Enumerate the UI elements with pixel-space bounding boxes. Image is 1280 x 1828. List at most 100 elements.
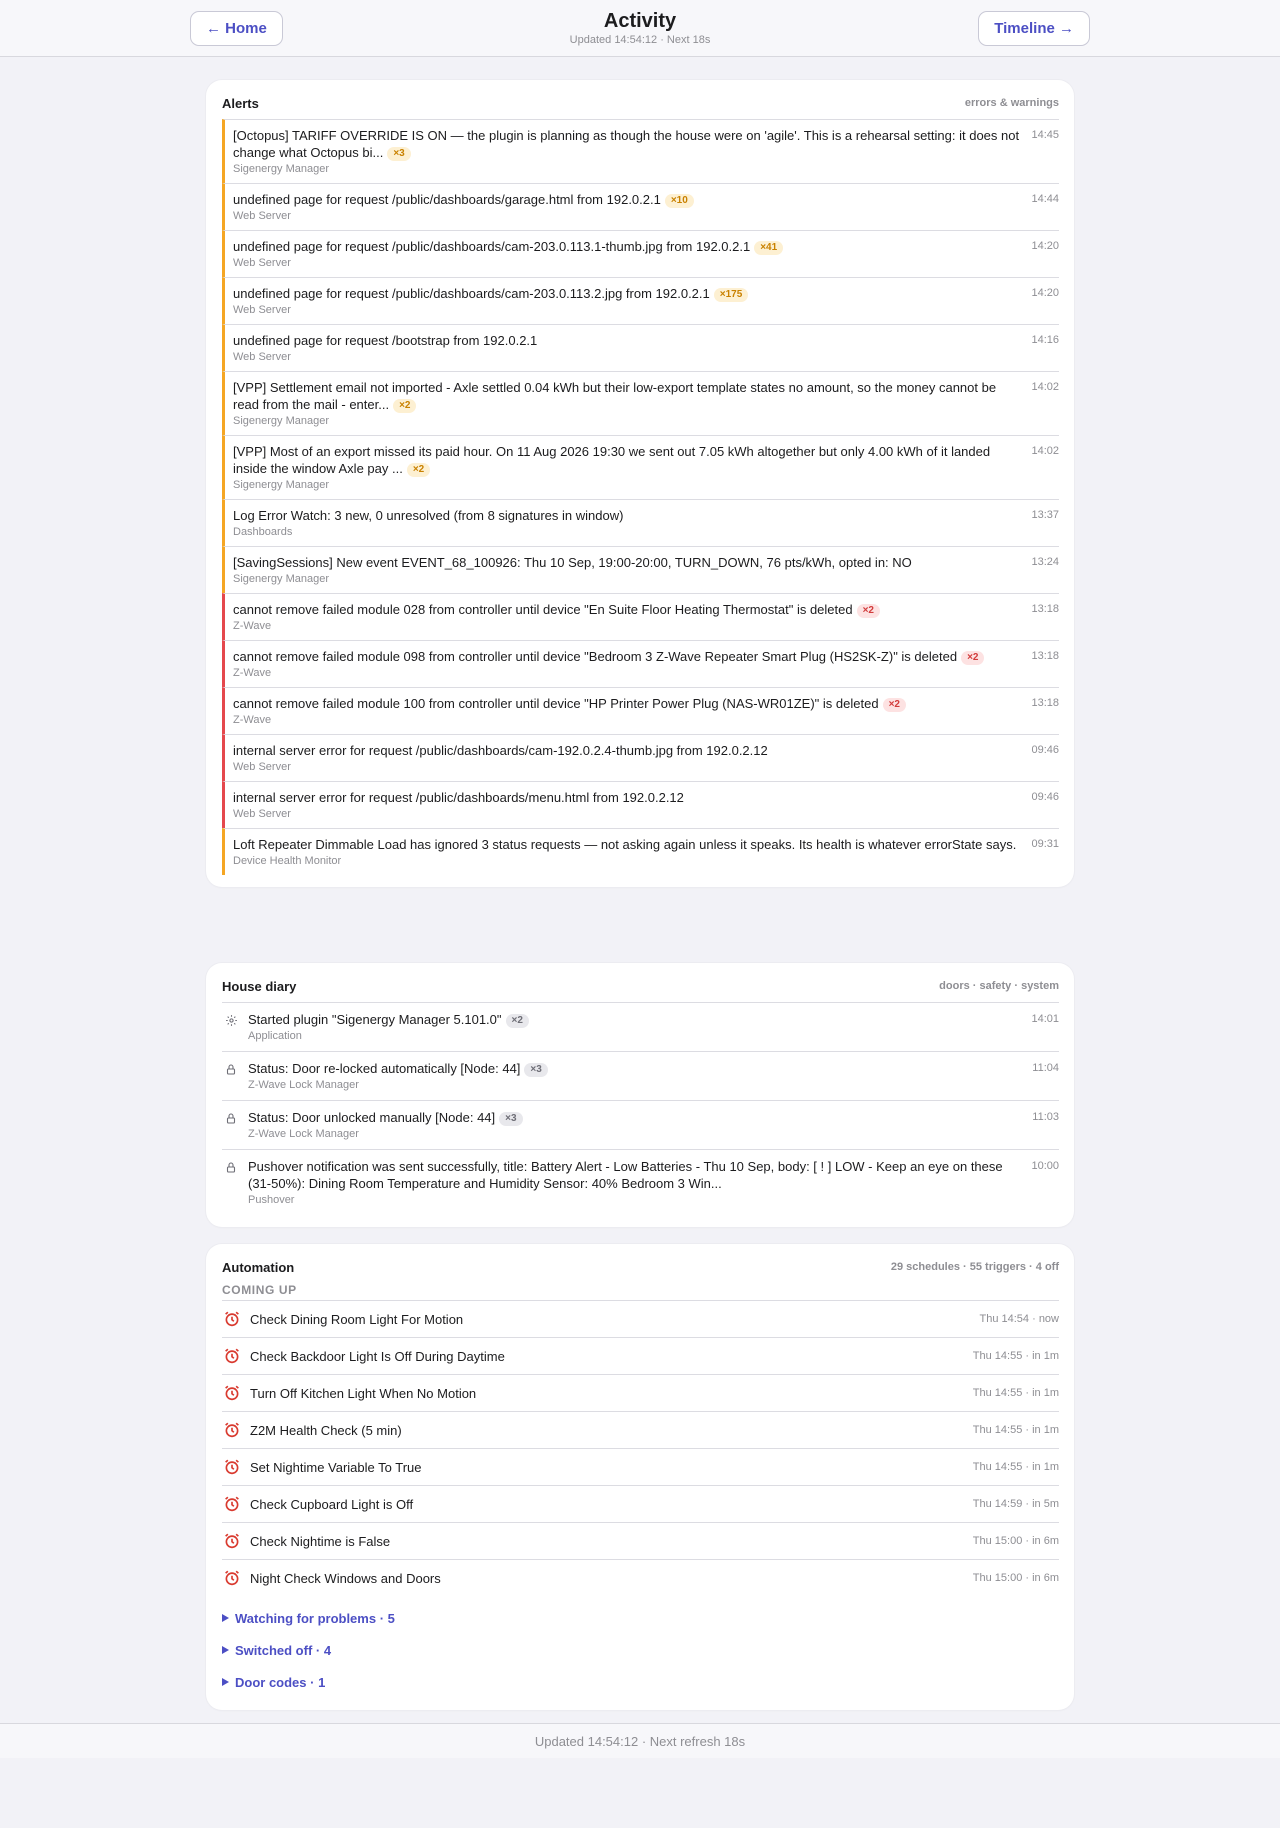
alert-message-text: undefined page for request /public/dashb… bbox=[233, 286, 710, 301]
alert-row[interactable]: undefined page for request /public/dashb… bbox=[222, 230, 1059, 277]
alert-body: cannot remove failed module 100 from con… bbox=[233, 695, 1023, 728]
automation-meta: 29 schedules · 55 triggers · 4 off bbox=[890, 1261, 1059, 1273]
alert-row[interactable]: Log Error Watch: 3 new, 0 unresolved (fr… bbox=[222, 499, 1059, 546]
lock-icon bbox=[222, 1109, 240, 1142]
alert-row[interactable]: undefined page for request /public/dashb… bbox=[222, 277, 1059, 324]
alert-message-text: Log Error Watch: 3 new, 0 unresolved (fr… bbox=[233, 508, 624, 523]
count-badge: ×2 bbox=[406, 463, 431, 477]
alert-time: 14:16 bbox=[1031, 334, 1059, 346]
alerts-meta: errors & warnings bbox=[964, 97, 1059, 109]
alert-row[interactable]: [VPP] Settlement email not imported - Ax… bbox=[222, 371, 1059, 435]
alarm-clock-icon bbox=[222, 1532, 241, 1551]
diary-source: Z-Wave Lock Manager bbox=[248, 1128, 359, 1140]
alert-body: [VPP] Most of an export missed its paid … bbox=[233, 443, 1023, 493]
alert-row[interactable]: [VPP] Most of an export missed its paid … bbox=[222, 435, 1059, 499]
alert-message: undefined page for request /bootstrap fr… bbox=[233, 332, 1023, 349]
alert-row[interactable]: internal server error for request /publi… bbox=[222, 781, 1059, 828]
alert-message-text: cannot remove failed module 100 from con… bbox=[233, 696, 879, 711]
diary-message: Status: Door re-locked automatically [No… bbox=[248, 1060, 1024, 1077]
schedule-row[interactable]: Night Check Windows and Doors Thu 15:00 ·… bbox=[222, 1559, 1059, 1596]
schedule-row[interactable]: Z2M Health Check (5 min) Thu 14:55 · in 1… bbox=[222, 1411, 1059, 1448]
diary-row[interactable]: Status: Door re-locked automatically [No… bbox=[222, 1051, 1059, 1100]
alert-message: undefined page for request /public/dashb… bbox=[233, 285, 1023, 302]
count-badge: ×3 bbox=[387, 147, 411, 161]
alert-body: [Octopus] TARIFF OVERRIDE IS ON — the pl… bbox=[233, 127, 1023, 177]
alert-body: internal server error for request /publi… bbox=[233, 742, 1023, 775]
automation-title: Automation bbox=[222, 1259, 295, 1275]
schedule-name: Check Backdoor Light Is Off During Dayti… bbox=[250, 1348, 505, 1364]
alarm-clock-icon bbox=[222, 1310, 241, 1329]
diary-list: Started plugin "Sigenergy Manager 5.101.… bbox=[222, 1002, 1059, 1215]
timeline-button[interactable]: Timeline → bbox=[978, 11, 1090, 46]
schedule-time: Thu 14:55 · in 1m bbox=[972, 1387, 1059, 1399]
alert-body: undefined page for request /public/dashb… bbox=[233, 238, 1023, 271]
section-label: Switched off · 4 bbox=[235, 1642, 332, 1658]
schedule-name: Turn Off Kitchen Light When No Motion bbox=[250, 1385, 477, 1401]
diary-source: Application bbox=[248, 1030, 302, 1042]
automation-card: Automation 29 schedules · 55 triggers · … bbox=[206, 1244, 1074, 1710]
alert-row[interactable]: undefined page for request /bootstrap fr… bbox=[222, 324, 1059, 371]
alert-message: cannot remove failed module 098 from con… bbox=[233, 648, 1023, 665]
alert-row[interactable]: [Octopus] TARIFF OVERRIDE IS ON — the pl… bbox=[222, 119, 1059, 183]
count-badge: ×2 bbox=[393, 399, 417, 413]
section-label: Watching for problems · 5 bbox=[235, 1610, 395, 1626]
alert-time: 13:18 bbox=[1031, 697, 1059, 709]
alert-time: 14:20 bbox=[1031, 240, 1059, 252]
alert-body: [VPP] Settlement email not imported - Ax… bbox=[233, 379, 1023, 429]
schedule-row[interactable]: Check Backdoor Light Is Off During Dayti… bbox=[222, 1337, 1059, 1374]
alarm-clock-icon bbox=[222, 1347, 241, 1366]
alert-source: Web Server bbox=[233, 808, 291, 820]
alert-time: 13:18 bbox=[1031, 603, 1059, 615]
schedule-row[interactable]: Check Dining Room Light For Motion Thu 14… bbox=[222, 1300, 1059, 1337]
alert-message-text: undefined page for request /public/dashb… bbox=[233, 192, 661, 207]
schedule-row[interactable]: Check Cupboard Light is Off Thu 14:59 · i… bbox=[222, 1485, 1059, 1522]
alert-source: Sigenergy Manager bbox=[233, 415, 330, 427]
alert-body: undefined page for request /public/dashb… bbox=[233, 285, 1023, 318]
alert-row[interactable]: internal server error for request /publi… bbox=[222, 734, 1059, 781]
alert-body: cannot remove failed module 098 from con… bbox=[233, 648, 1023, 681]
alert-row[interactable]: cannot remove failed module 100 from con… bbox=[222, 687, 1059, 734]
collapsible-section[interactable]: Door codes · 1 bbox=[222, 1666, 1059, 1698]
alert-message-text: [SavingSessions] New event EVENT_68_1009… bbox=[233, 555, 912, 570]
expand-triangle-icon bbox=[222, 1678, 229, 1686]
alert-message-text: internal server error for request /publi… bbox=[233, 790, 684, 805]
alert-row[interactable]: [SavingSessions] New event EVENT_68_1009… bbox=[222, 546, 1059, 593]
diary-row[interactable]: Pushover notification was sent successfu… bbox=[222, 1149, 1059, 1215]
alert-message-text: [VPP] Most of an export missed its paid … bbox=[233, 444, 991, 476]
alert-time: 14:02 bbox=[1031, 381, 1059, 393]
alert-body: Loft Repeater Dimmable Load has ignored … bbox=[233, 836, 1023, 869]
alert-row[interactable]: undefined page for request /public/dashb… bbox=[222, 183, 1059, 230]
lock-icon bbox=[222, 1060, 240, 1093]
diary-message-text: Started plugin "Sigenergy Manager 5.101.… bbox=[248, 1012, 502, 1027]
alert-row[interactable]: cannot remove failed module 098 from con… bbox=[222, 640, 1059, 687]
alert-row[interactable]: cannot remove failed module 028 from con… bbox=[222, 593, 1059, 640]
schedule-time: Thu 15:00 · in 6m bbox=[972, 1535, 1059, 1547]
diary-row[interactable]: Started plugin "Sigenergy Manager 5.101.… bbox=[222, 1002, 1059, 1051]
schedule-name: Night Check Windows and Doors bbox=[250, 1570, 441, 1586]
alert-message: Loft Repeater Dimmable Load has ignored … bbox=[233, 836, 1023, 853]
schedule-time: Thu 14:59 · in 5m bbox=[972, 1498, 1059, 1510]
schedule-row[interactable]: Set Nightime Variable To True Thu 14:55 ·… bbox=[222, 1448, 1059, 1485]
expand-triangle-icon bbox=[222, 1614, 229, 1622]
count-badge: ×41 bbox=[754, 241, 784, 255]
collapsible-section[interactable]: Switched off · 4 bbox=[222, 1634, 1059, 1666]
alert-message: Log Error Watch: 3 new, 0 unresolved (fr… bbox=[233, 507, 1023, 524]
schedule-row[interactable]: Turn Off Kitchen Light When No Motion Thu… bbox=[222, 1374, 1059, 1411]
alert-body: undefined page for request /bootstrap fr… bbox=[233, 332, 1023, 365]
expand-triangle-icon bbox=[222, 1646, 229, 1654]
lock-icon bbox=[222, 1158, 240, 1208]
collapsible-section[interactable]: Watching for problems · 5 bbox=[222, 1602, 1059, 1634]
alert-message: internal server error for request /publi… bbox=[233, 789, 1023, 806]
diary-time: 14:01 bbox=[1031, 1013, 1059, 1025]
alert-source: Device Health Monitor bbox=[233, 855, 342, 867]
alerts-card: Alerts errors & warnings [Octopus] TARIF… bbox=[206, 80, 1074, 887]
diary-message: Started plugin "Sigenergy Manager 5.101.… bbox=[248, 1011, 1023, 1028]
schedule-row[interactable]: Check Nightime is False Thu 15:00 · in 6m bbox=[222, 1522, 1059, 1559]
diary-source: Pushover bbox=[248, 1194, 295, 1206]
alert-row[interactable]: Loft Repeater Dimmable Load has ignored … bbox=[222, 828, 1059, 875]
alert-message: cannot remove failed module 028 from con… bbox=[233, 601, 1023, 618]
alert-time: 14:02 bbox=[1031, 445, 1059, 457]
alert-source: Sigenergy Manager bbox=[233, 163, 330, 175]
diary-row[interactable]: Status: Door unlocked manually [Node: 44… bbox=[222, 1100, 1059, 1149]
alarm-clock-icon bbox=[222, 1569, 241, 1588]
